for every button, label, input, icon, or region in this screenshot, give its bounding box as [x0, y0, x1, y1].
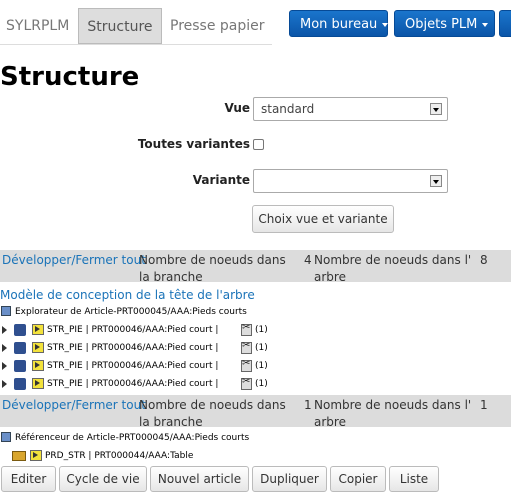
play-icon[interactable]	[32, 378, 44, 389]
menu-more[interactable]	[499, 10, 511, 37]
tree-row-label[interactable]: STR_PIE | PRT000046/AAA:Pied court |	[47, 379, 218, 389]
puzzle-icon	[14, 378, 26, 390]
brand-link[interactable]: SYLRPLM	[0, 8, 75, 44]
expand-icon[interactable]	[2, 380, 7, 388]
variante-label: Variante	[192, 173, 250, 187]
referencer-label: Référenceur de Article-PRT000045/AAA:Pie…	[15, 433, 250, 443]
tree-row-label[interactable]: STR_PIE | PRT000046/AAA:Pied court |	[47, 325, 218, 335]
puzzle-icon	[14, 360, 26, 372]
tree-nodes-count: 8	[480, 253, 488, 267]
nouvel-article-button[interactable]: Nouvel article	[150, 466, 249, 492]
folder-icon	[12, 451, 26, 461]
play-icon[interactable]	[32, 342, 44, 353]
branch-nodes-label: Nombre de noeuds dans la branche	[139, 398, 286, 429]
play-icon[interactable]	[32, 360, 44, 371]
vue-select[interactable]: standard	[253, 97, 448, 121]
referencer-icon	[1, 432, 11, 442]
branch-nodes-count: 4	[304, 253, 312, 267]
menu-objets-plm[interactable]: Objets PLM	[394, 10, 495, 37]
page-title: Structure	[0, 62, 140, 92]
vue-label: Vue	[224, 101, 250, 115]
tab-structure[interactable]: Structure	[78, 8, 162, 44]
cut-icon[interactable]	[241, 340, 252, 354]
tree-row-count: (1)	[255, 361, 268, 371]
cut-icon[interactable]	[241, 322, 252, 336]
top-navbar: SYLRPLM Structure Presse papier Mon bure…	[0, 0, 511, 52]
liste-button[interactable]: Liste	[389, 466, 439, 492]
tree-nodes-count: 1	[480, 398, 488, 412]
puzzle-icon	[14, 324, 26, 336]
nav-divider	[0, 44, 272, 45]
expand-collapse-all-link[interactable]: Développer/Fermer tout	[2, 397, 146, 414]
tree-nodes-label: Nombre de noeuds dans l' arbre	[314, 398, 472, 429]
dropdown-arrow-icon	[430, 175, 442, 187]
play-icon[interactable]	[32, 324, 44, 335]
tree-row-label[interactable]: PRD_STR | PRT000044/AAA:Table	[45, 451, 193, 461]
tab-presse-papier[interactable]: Presse papier	[164, 8, 271, 44]
cycle-de-vie-button[interactable]: Cycle de vie	[59, 466, 147, 492]
expand-icon[interactable]	[2, 362, 7, 370]
tree-row-count: (1)	[255, 325, 268, 335]
copier-button[interactable]: Copier	[330, 466, 386, 492]
toutes-variantes-label: Toutes variantes	[137, 137, 250, 151]
tree-stats-bar: Développer/Fermer tout Nombre de noeuds …	[0, 395, 511, 429]
vue-select-value: standard	[261, 102, 315, 116]
tree-stats-bar: Développer/Fermer tout Nombre de noeuds …	[0, 250, 511, 284]
explorer-label: Explorateur de Article-PRT000045/AAA:Pie…	[15, 307, 247, 317]
expand-icon[interactable]	[2, 326, 7, 334]
cut-icon[interactable]	[241, 376, 252, 390]
dupliquer-button[interactable]: Dupliquer	[252, 466, 327, 492]
explorer-icon	[1, 306, 11, 316]
choix-vue-variante-button[interactable]: Choix vue et variante	[252, 205, 394, 233]
caret-down-icon	[382, 22, 389, 27]
variante-select[interactable]	[253, 169, 448, 193]
tree-row-count: (1)	[255, 379, 268, 389]
menu-objets-plm-label: Objets PLM	[405, 17, 478, 32]
tree-row-count: (1)	[255, 343, 268, 353]
puzzle-icon	[14, 342, 26, 354]
toutes-variantes-checkbox[interactable]	[253, 139, 264, 150]
menu-mon-bureau[interactable]: Mon bureau	[289, 10, 389, 37]
branch-nodes-count: 1	[304, 398, 312, 412]
menu-mon-bureau-label: Mon bureau	[300, 17, 378, 32]
tree-nodes-label: Nombre de noeuds dans l' arbre	[314, 253, 472, 284]
dropdown-arrow-icon	[430, 103, 442, 115]
caret-down-icon	[482, 22, 489, 27]
expand-icon[interactable]	[2, 344, 7, 352]
tree-row-label[interactable]: STR_PIE | PRT000046/AAA:Pied court |	[47, 361, 218, 371]
play-icon[interactable]	[30, 450, 42, 461]
expand-collapse-all-link[interactable]: Développer/Fermer tout	[2, 252, 146, 269]
tree-row-label[interactable]: STR_PIE | PRT000046/AAA:Pied court |	[47, 343, 218, 353]
editer-button[interactable]: Editer	[1, 466, 56, 492]
cut-icon[interactable]	[241, 358, 252, 372]
tree-head-model-link[interactable]: Modèle de conception de la tête de l'arb…	[0, 288, 255, 302]
branch-nodes-label: Nombre de noeuds dans la branche	[139, 253, 286, 284]
